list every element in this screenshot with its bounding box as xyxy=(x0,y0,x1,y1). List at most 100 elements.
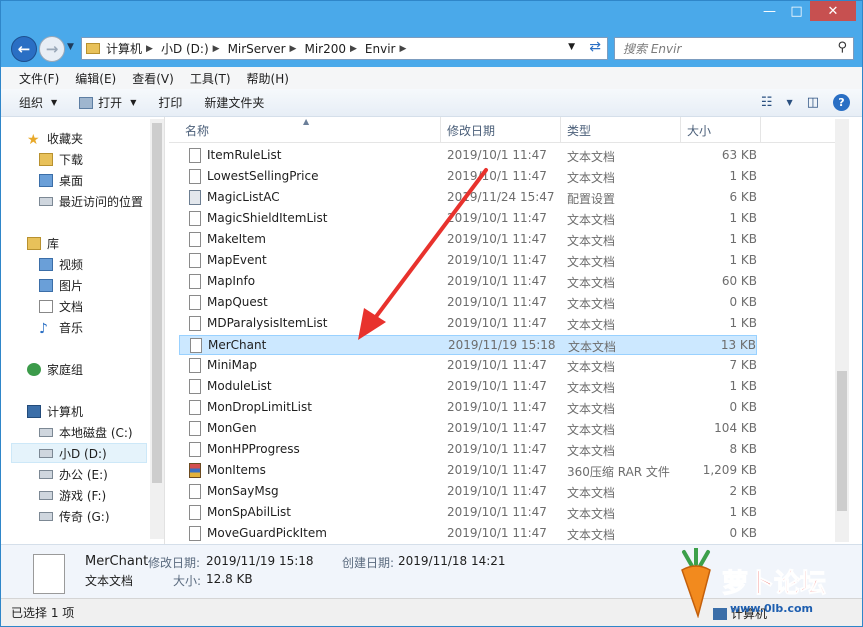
file-name: MDParalysisItemList xyxy=(207,316,328,330)
address-bar[interactable]: 计算机 ▶ 小D (D:) ▶ MirServer ▶ Mir200 ▶ Envir ▶ … xyxy=(81,37,608,60)
chevron-right-icon[interactable]: ▶ xyxy=(146,44,153,54)
file-size: 63 KB xyxy=(721,148,757,162)
chevron-right-icon[interactable]: ▶ xyxy=(350,44,357,54)
file-row[interactable]: MapQuest 2019/10/1 11:47 文本文档 0 KB xyxy=(179,293,757,313)
notepad-icon xyxy=(79,96,94,109)
menu-tools[interactable]: 工具(T) xyxy=(182,70,239,87)
menu-file[interactable]: 文件(F) xyxy=(11,70,67,87)
column-size-header[interactable]: 大小 xyxy=(681,117,761,143)
nav-drive-d[interactable]: 小D (D:) xyxy=(11,443,147,463)
nav-videos[interactable]: 视频 xyxy=(39,254,83,274)
nav-computer[interactable]: 计算机 xyxy=(27,401,83,421)
breadcrumb-mir200[interactable]: Mir200 ▶ xyxy=(304,42,364,56)
nav-documents[interactable]: 文档 xyxy=(39,296,83,316)
nav-libraries[interactable]: 库 xyxy=(27,233,59,253)
nav-scrollbar[interactable] xyxy=(150,119,164,539)
file-row[interactable]: MapEvent 2019/10/1 11:47 文本文档 1 KB xyxy=(179,251,757,271)
text-document-icon xyxy=(33,554,65,594)
file-size: 7 KB xyxy=(729,358,757,372)
back-button[interactable]: ← xyxy=(11,36,37,62)
open-button[interactable]: 打开 ▼ xyxy=(79,94,136,111)
refresh-icon[interactable]: ⇄ xyxy=(589,39,601,55)
file-row[interactable]: MakeItem 2019/10/1 11:47 文本文档 1 KB xyxy=(179,230,757,250)
help-icon[interactable]: ? xyxy=(833,94,850,111)
close-button[interactable]: ✕ xyxy=(810,1,856,21)
organize-button[interactable]: 组织 ▼ xyxy=(19,94,57,111)
breadcrumb-label: 计算机 xyxy=(106,42,143,56)
column-type-header[interactable]: 类型 xyxy=(561,117,681,143)
print-button[interactable]: 打印 xyxy=(158,94,182,111)
file-name: MonItems xyxy=(207,463,266,477)
file-name: ModuleList xyxy=(207,379,272,393)
file-row[interactable]: MagicListAC 2019/11/24 15:47 配置设置 6 KB xyxy=(179,188,757,208)
file-row[interactable]: MonSpAbilList 2019/10/1 11:47 文本文档 1 KB xyxy=(179,503,757,523)
navigation-pane: ★ 收藏夹 下载 桌面 最近访问的位置 库 视频 图片 文档 ♪ 音乐 家庭组 xyxy=(1,117,165,544)
chevron-right-icon[interactable]: ▶ xyxy=(213,44,220,54)
menu-edit[interactable]: 编辑(E) xyxy=(67,70,124,87)
nav-recent-places[interactable]: 最近访问的位置 xyxy=(39,191,143,211)
nav-label: 家庭组 xyxy=(47,362,84,377)
menu-view[interactable]: 查看(V) xyxy=(124,70,182,87)
file-row[interactable]: MiniMap 2019/10/1 11:47 文本文档 7 KB xyxy=(179,356,757,376)
rar-archive-icon xyxy=(189,463,201,478)
menu-help[interactable]: 帮助(H) xyxy=(239,70,297,87)
file-row[interactable]: MonDropLimitList 2019/10/1 11:47 文本文档 0 KB xyxy=(179,398,757,418)
nav-label: 库 xyxy=(47,236,60,251)
address-dropdown-icon[interactable]: ▼ xyxy=(568,42,575,52)
nav-drive-e[interactable]: 办公 (E:) xyxy=(39,464,108,484)
nav-music[interactable]: ♪ 音乐 xyxy=(39,317,83,337)
nav-scrollbar-thumb[interactable] xyxy=(152,123,162,483)
minimize-button[interactable]: — xyxy=(756,1,783,21)
file-row[interactable]: MapInfo 2019/10/1 11:47 文本文档 60 KB xyxy=(179,272,757,292)
file-row[interactable]: ItemRuleList 2019/10/1 11:47 文本文档 63 KB xyxy=(179,146,757,166)
nav-favorites[interactable]: ★ 收藏夹 xyxy=(27,128,83,148)
file-row[interactable]: MagicShieldItemList 2019/10/1 11:47 文本文档 1 … xyxy=(179,209,757,229)
search-input[interactable]: 搜索 Envir ⚲ xyxy=(614,37,854,60)
file-type: 文本文档 xyxy=(567,423,616,437)
file-row[interactable]: MonGen 2019/10/1 11:47 文本文档 104 KB xyxy=(179,419,757,439)
text-file-icon xyxy=(189,295,201,310)
nav-homegroup[interactable]: 家庭组 xyxy=(27,359,83,379)
file-size: 104 KB xyxy=(714,421,757,435)
view-options-dropdown-icon[interactable]: ▼ xyxy=(787,98,793,107)
nav-drive-f[interactable]: 游戏 (F:) xyxy=(39,485,106,505)
text-file-icon xyxy=(189,358,201,373)
search-icon[interactable]: ⚲ xyxy=(837,40,847,55)
nav-desktop[interactable]: 桌面 xyxy=(39,170,83,190)
file-row[interactable]: MonSayMsg 2019/10/1 11:47 文本文档 2 KB xyxy=(179,482,757,502)
file-size: 0 KB xyxy=(729,526,757,540)
breadcrumb-computer[interactable]: 计算机 ▶ xyxy=(106,40,161,57)
recent-locations-dropdown[interactable]: ▼ xyxy=(67,42,74,52)
file-list-scrollbar[interactable] xyxy=(835,119,849,542)
details-created-value: 2019/11/18 14:21 xyxy=(398,554,506,568)
preview-pane-icon[interactable]: ◫ xyxy=(807,95,819,110)
breadcrumb-drive-d[interactable]: 小D (D:) ▶ xyxy=(161,40,228,57)
file-row[interactable]: MonItems 2019/10/1 11:47 360压缩 RAR 文件 1,209… xyxy=(179,461,757,481)
breadcrumb-mirserver[interactable]: MirServer ▶ xyxy=(228,42,305,56)
nav-drive-c[interactable]: 本地磁盘 (C:) xyxy=(39,422,133,442)
text-file-icon xyxy=(189,526,201,541)
file-row[interactable]: LowestSellingPrice 2019/10/1 11:47 文本文档 1 K… xyxy=(179,167,757,187)
text-file-icon xyxy=(189,442,201,457)
file-row[interactable]: ModuleList 2019/10/1 11:47 文本文档 1 KB xyxy=(179,377,757,397)
file-list-scrollbar-thumb[interactable] xyxy=(837,371,847,511)
file-row[interactable]: MerChant 2019/11/19 15:18 文本文档 13 KB xyxy=(179,335,757,355)
change-view-icon[interactable]: ☷ xyxy=(761,95,773,110)
chevron-right-icon[interactable]: ▶ xyxy=(290,44,297,54)
nav-drive-g[interactable]: 传奇 (G:) xyxy=(39,506,110,526)
file-row[interactable]: MonHPProgress 2019/10/1 11:47 文本文档 8 KB xyxy=(179,440,757,460)
column-name-header[interactable]: 名称 xyxy=(179,117,441,143)
nav-downloads[interactable]: 下载 xyxy=(39,149,83,169)
file-row[interactable]: MoveGuardPickItem 2019/10/1 11:47 文本文档 0 KB xyxy=(179,524,757,544)
file-row[interactable]: MDParalysisItemList 2019/10/1 11:47 文本文档 1 … xyxy=(179,314,757,334)
nav-pictures[interactable]: 图片 xyxy=(39,275,83,295)
forward-button[interactable]: → xyxy=(39,36,65,62)
breadcrumb-envir[interactable]: Envir ▶ xyxy=(365,42,414,56)
maximize-button[interactable]: □ xyxy=(783,1,810,21)
file-type: 文本文档 xyxy=(568,340,617,354)
chevron-right-icon[interactable]: ▶ xyxy=(399,44,406,54)
file-size: 1 KB xyxy=(729,232,757,246)
file-modified-date: 2019/10/1 11:47 xyxy=(447,295,547,309)
new-folder-button[interactable]: 新建文件夹 xyxy=(204,94,264,111)
column-date-header[interactable]: 修改日期 xyxy=(441,117,561,143)
